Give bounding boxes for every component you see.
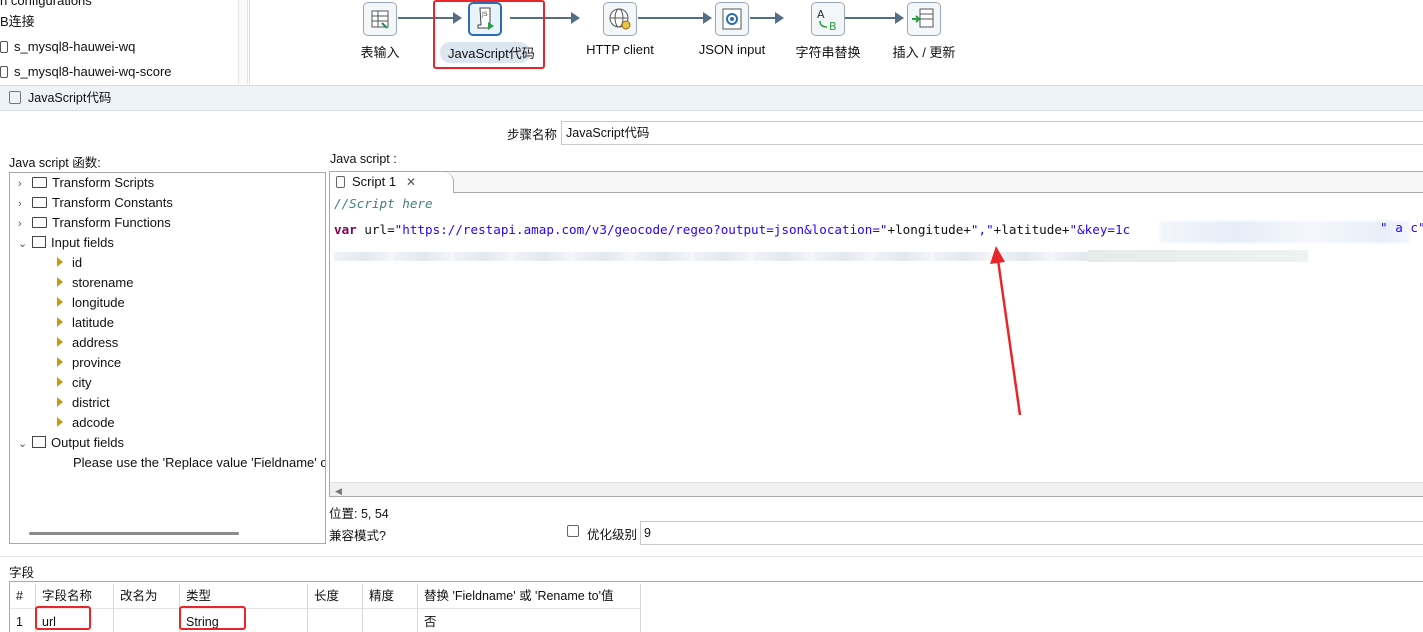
chevron-right-icon[interactable]: › xyxy=(18,214,28,234)
step-table-input[interactable]: 表输入 xyxy=(356,2,404,61)
tree-node-field-storename[interactable]: storename xyxy=(57,273,133,293)
column-header[interactable]: 类型 xyxy=(180,584,308,608)
field-icon xyxy=(57,377,63,387)
script-label: Java script : xyxy=(330,152,397,166)
highlight-box xyxy=(433,0,545,69)
step-name-input[interactable]: JavaScript代码 xyxy=(561,121,1423,145)
string-replace-icon: AB xyxy=(811,2,845,36)
fields-section-label: 字段 xyxy=(9,566,35,580)
chevron-right-icon[interactable]: › xyxy=(18,194,28,214)
compat-mode-label: 兼容模式? xyxy=(329,529,386,543)
table-cell-replace[interactable]: 否 xyxy=(418,608,641,632)
chevron-down-icon[interactable]: ⌄ xyxy=(18,434,28,454)
table-input-icon xyxy=(363,2,397,36)
tree-node-field-province[interactable]: province xyxy=(57,353,121,373)
optimize-level-input[interactable]: 9 xyxy=(640,521,1423,545)
field-icon xyxy=(57,277,63,287)
tree-node-field-city[interactable]: city xyxy=(57,373,92,393)
table-cell: 1 xyxy=(10,608,36,632)
column-header[interactable]: 改名为 xyxy=(114,584,180,608)
field-icon xyxy=(57,417,63,427)
highlight-box xyxy=(35,606,91,630)
table-cell-length[interactable] xyxy=(308,608,363,632)
column-header[interactable]: 精度 xyxy=(363,584,418,608)
insert-update-icon xyxy=(907,2,941,36)
tree-node-field-longitude[interactable]: longitude xyxy=(57,293,125,313)
field-icon xyxy=(57,337,63,347)
tree-node-output-fields[interactable]: ⌄ Output fields xyxy=(18,433,124,453)
output-fields-hint: Please use the 'Replace value 'Fieldname… xyxy=(73,455,326,470)
tree-node-field-address[interactable]: address xyxy=(57,333,118,353)
field-icon xyxy=(57,297,63,307)
dialog-title: JavaScript代码 xyxy=(28,91,112,105)
dialog-title-bar: JavaScript代码 xyxy=(0,85,1423,111)
panel-splitter[interactable] xyxy=(238,0,248,84)
output-fields-icon xyxy=(32,436,46,448)
chevron-down-icon[interactable]: ⌄ xyxy=(18,234,28,254)
input-fields-icon xyxy=(32,236,46,248)
database-icon xyxy=(0,41,8,53)
fields-table[interactable]: # 字段名称 改名为 类型 长度 精度 替换 'Fieldname' 或 'Re… xyxy=(9,581,1423,632)
tree-item-connection-wq[interactable]: s_mysql8-hauwei-wq xyxy=(0,36,135,58)
step-http-client[interactable]: HTTP client xyxy=(585,2,655,57)
field-icon xyxy=(57,257,63,267)
javascript-icon xyxy=(9,91,21,104)
chevron-right-icon[interactable]: › xyxy=(18,174,28,194)
step-insert-update[interactable]: 插入 / 更新 xyxy=(888,2,960,61)
tree-node-input-fields[interactable]: ⌄ Input fields xyxy=(18,233,114,253)
tree-node-field-adcode[interactable]: adcode xyxy=(57,413,115,433)
tree-node-transform-functions[interactable]: › Transform Functions xyxy=(18,213,171,233)
table-cell-rename[interactable] xyxy=(114,608,180,632)
transformation-canvas[interactable]: 表输入 JS JavaScript代码 HTTP client JSON inp… xyxy=(250,0,1423,84)
database-icon xyxy=(0,66,8,78)
tree-node-transform-constants[interactable]: › Transform Constants xyxy=(18,193,173,213)
optimize-checkbox[interactable] xyxy=(567,525,579,537)
step-replace-string[interactable]: AB 字符串替换 xyxy=(793,2,863,61)
column-header[interactable]: 字段名称 xyxy=(36,584,114,608)
step-name-label: 步骤名称 xyxy=(507,128,558,142)
horizontal-scrollbar[interactable] xyxy=(29,532,239,535)
step-json-input[interactable]: JSON input xyxy=(695,2,769,57)
svg-text:B: B xyxy=(829,20,837,33)
table-cell-precision[interactable] xyxy=(363,608,418,632)
column-header[interactable]: 替换 'Fieldname' 或 'Rename to'值 xyxy=(418,584,641,608)
highlight-box xyxy=(179,606,246,630)
functions-label: Java script 函数: xyxy=(9,156,101,170)
svg-text:A: A xyxy=(817,8,825,21)
annotation-arrow xyxy=(990,246,1022,416)
tree-node-field-district[interactable]: district xyxy=(57,393,110,413)
cursor-position: 位置: 5, 54 xyxy=(329,507,389,521)
tree-item-connection-wq-score[interactable]: s_mysql8-hauwei-wq-score xyxy=(0,61,172,83)
column-header[interactable]: 长度 xyxy=(308,584,363,608)
functions-tree[interactable]: › Transform Scripts › Transform Constants … xyxy=(9,172,326,544)
field-icon xyxy=(57,357,63,367)
field-icon xyxy=(57,397,63,407)
json-icon xyxy=(715,2,749,36)
field-icon xyxy=(57,317,63,327)
globe-icon xyxy=(603,2,637,36)
column-header[interactable]: # xyxy=(10,584,36,608)
tree-node-field-latitude[interactable]: latitude xyxy=(57,313,114,333)
tree-node-transform-scripts[interactable]: › Transform Scripts xyxy=(18,173,154,193)
tree-item-db-connections[interactable]: B连接 xyxy=(0,11,35,33)
repository-tree: n configurations B连接 s_mysql8-hauwei-wq … xyxy=(0,0,250,84)
folder-icon xyxy=(32,197,47,208)
tree-node-field-id[interactable]: id xyxy=(57,253,82,273)
folder-icon xyxy=(32,177,47,188)
divider xyxy=(0,556,1423,557)
folder-icon xyxy=(32,217,47,228)
script-editor[interactable]: Script 1 ✕ //Script here var url="https:… xyxy=(329,171,1423,497)
optimize-level-label: 优化级别 xyxy=(587,528,638,542)
